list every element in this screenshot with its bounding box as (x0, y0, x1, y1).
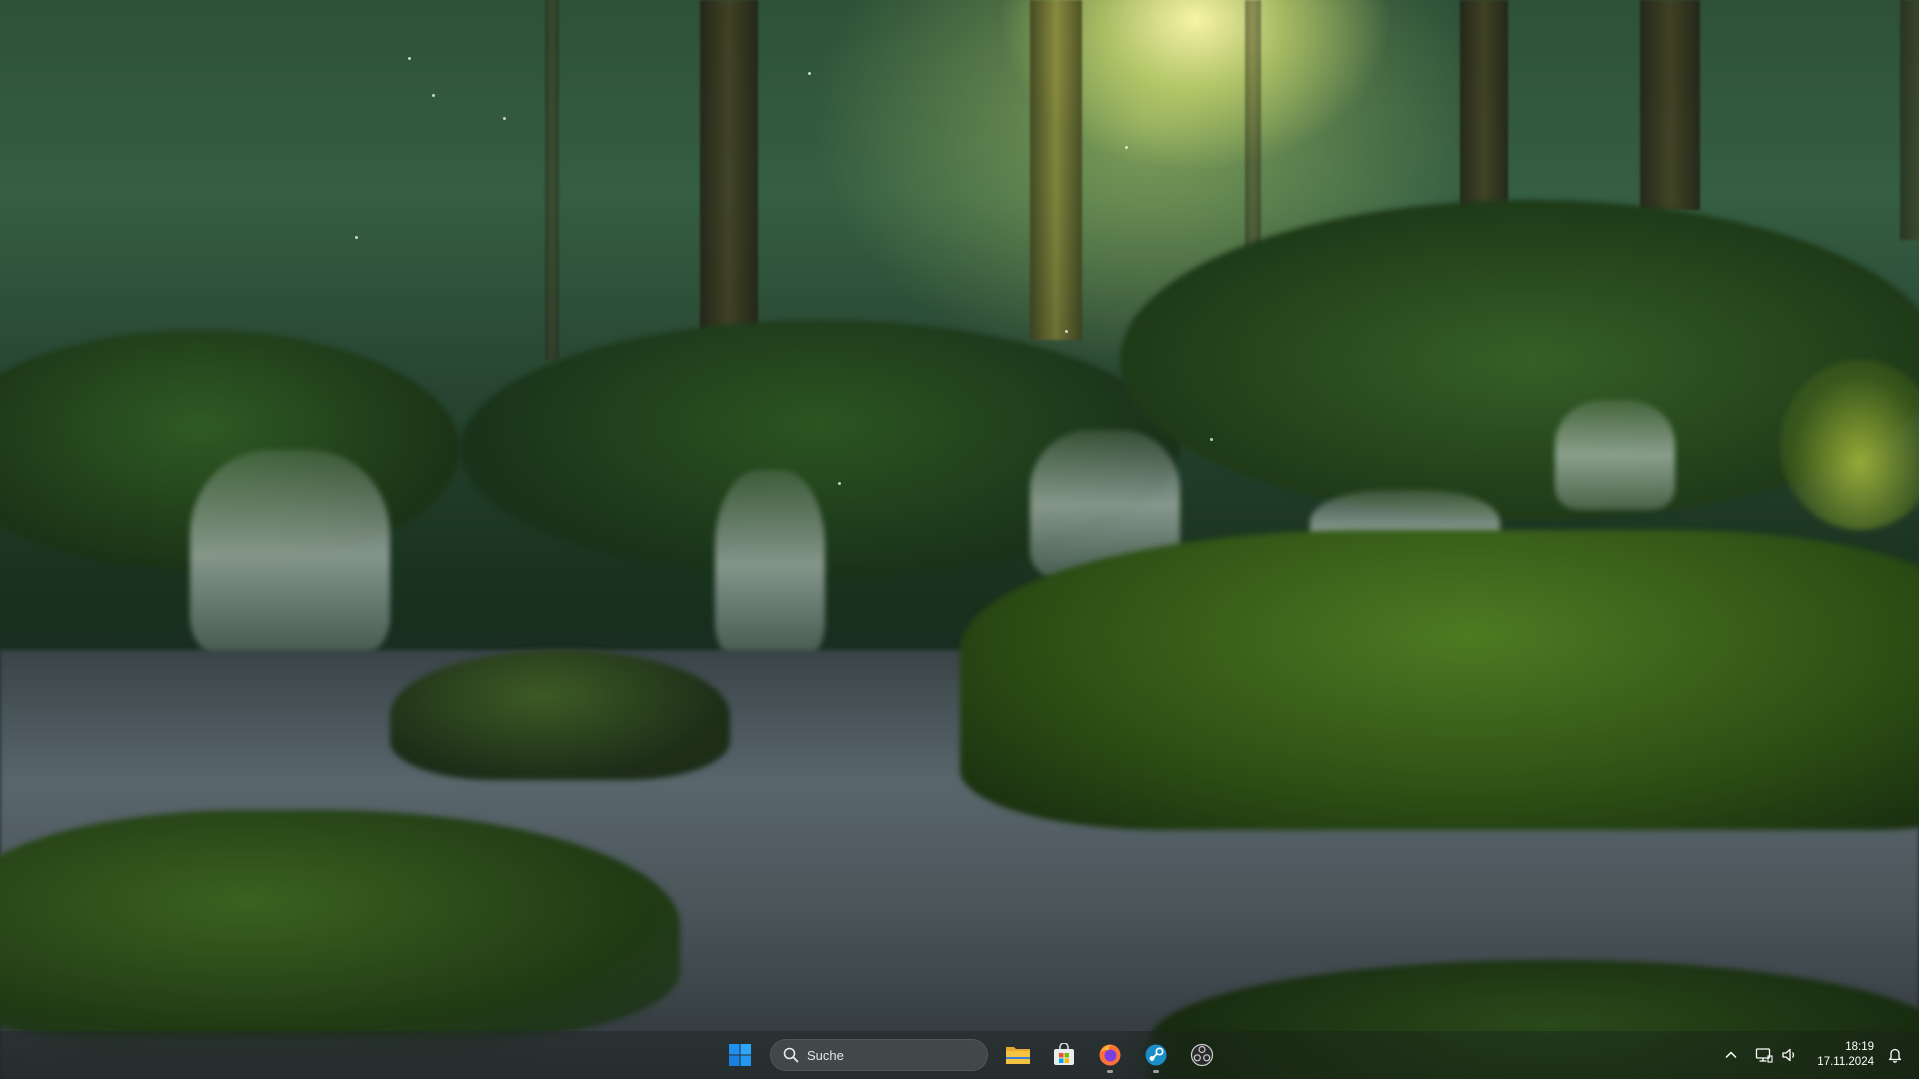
obs-studio-button[interactable] (1182, 1035, 1222, 1075)
steam-icon (1145, 1044, 1167, 1066)
clock-date: 17.11.2024 (1817, 1056, 1874, 1068)
taskbar-search-box[interactable]: Suche (770, 1039, 988, 1071)
search-label: Suche (807, 1047, 844, 1063)
tree-trunk (1460, 0, 1508, 230)
clock-button[interactable]: 18:19 17.11.2024 (1803, 1040, 1882, 1070)
show-hidden-icons-button[interactable] (1719, 1039, 1743, 1071)
desktop[interactable]: Suche 18:19 17.11.2024 (0, 0, 1919, 1079)
volume-button[interactable] (1778, 1039, 1802, 1071)
waterfall (190, 450, 390, 660)
waterfall (1555, 400, 1675, 510)
start-button[interactable] (720, 1035, 760, 1075)
waterfall (715, 470, 825, 660)
light-particle (1125, 146, 1128, 149)
obs-studio-icon (1190, 1043, 1214, 1067)
tree-trunk (545, 0, 559, 360)
light-particle (1065, 330, 1068, 333)
running-indicator (1107, 1070, 1113, 1073)
clock-time: 18:19 (1845, 1041, 1874, 1053)
light-particle (408, 57, 411, 60)
taskbar: Suche 18:19 17.11.2024 (0, 1031, 1919, 1079)
light-particle (503, 117, 506, 120)
network-button[interactable] (1752, 1039, 1776, 1071)
volume-icon (1782, 1048, 1795, 1062)
light-particle (808, 72, 811, 75)
running-indicator (1153, 1070, 1159, 1073)
light-particle (432, 94, 435, 97)
notification-button[interactable] (1883, 1039, 1907, 1071)
moss-bank-left (0, 810, 680, 1040)
network-icon (1756, 1048, 1773, 1063)
tree-trunk (1640, 0, 1700, 210)
microsoft-store-icon (1054, 1043, 1074, 1065)
firefox-icon (1099, 1044, 1121, 1066)
mossy-rock (390, 650, 730, 780)
moss-bank-right (960, 530, 1919, 830)
steam-button[interactable] (1136, 1035, 1176, 1075)
system-tray: 18:19 17.11.2024 (1718, 1031, 1919, 1079)
notification-bell-icon (1888, 1048, 1902, 1063)
file-explorer-icon (1006, 1047, 1030, 1064)
windows-start-icon (729, 1044, 751, 1066)
chevron-up-icon (1725, 1051, 1737, 1059)
tree-trunk (1030, 0, 1082, 340)
firefox-button[interactable] (1090, 1035, 1130, 1075)
search-icon (783, 1047, 799, 1063)
microsoft-store-button[interactable] (1044, 1035, 1084, 1075)
tree-trunk (1900, 0, 1919, 240)
light-particle (1210, 438, 1213, 441)
file-explorer-button[interactable] (998, 1035, 1038, 1075)
taskbar-center-group: Suche (720, 1031, 1222, 1079)
light-particle (355, 236, 358, 239)
tree-trunk (700, 0, 758, 330)
light-particle (838, 482, 841, 485)
